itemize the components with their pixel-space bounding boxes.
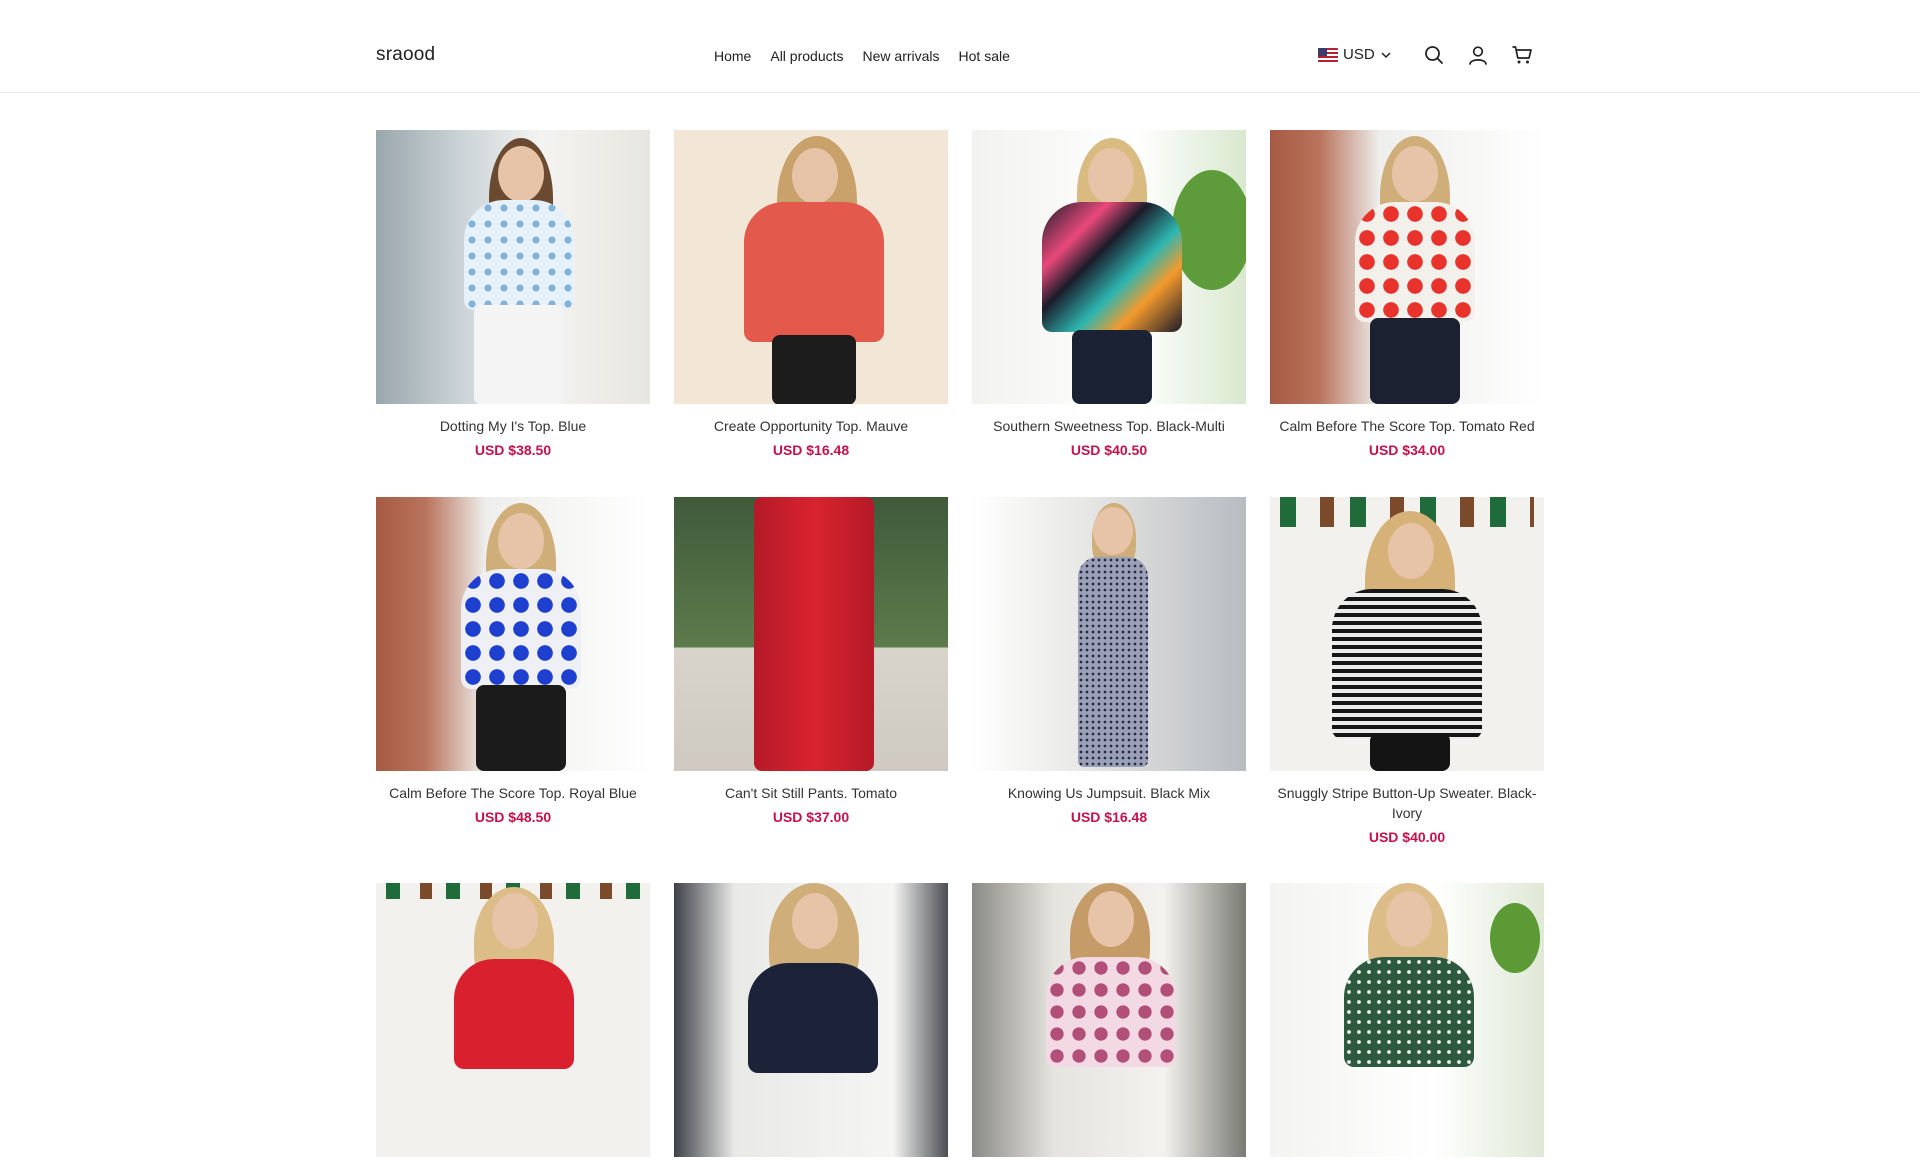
product-name[interactable]: Southern Sweetness Top. Black-Multi [972,416,1246,436]
nav-hot-sale[interactable]: Hot sale [959,47,1010,65]
product-price: USD $37.00 [772,809,850,825]
user-icon[interactable] [1467,44,1489,66]
product-card[interactable] [972,883,1246,1169]
product-name[interactable]: Knowing Us Jumpsuit. Black Mix [972,783,1246,803]
search-icon[interactable] [1423,44,1445,66]
product-card[interactable]: Calm Before The Score Top. Tomato Red US… [1270,130,1544,458]
product-price: USD $40.50 [1070,442,1148,458]
product-price: USD $34.00 [1368,442,1446,458]
product-image[interactable] [674,883,948,1157]
product-image[interactable] [972,497,1246,771]
product-name[interactable]: Calm Before The Score Top. Tomato Red [1270,416,1544,436]
us-flag-icon [1318,47,1338,62]
product-name[interactable]: Calm Before The Score Top. Royal Blue [376,783,650,803]
product-image[interactable] [376,130,650,404]
chevron-down-icon [1381,51,1391,58]
product-card[interactable]: Southern Sweetness Top. Black-Multi USD … [972,130,1246,458]
nav-home[interactable]: Home [714,47,751,65]
site-header: sraood Home All products New arrivals Ho… [0,0,1920,93]
product-card[interactable]: Knowing Us Jumpsuit. Black Mix USD $16.4… [972,497,1246,825]
product-card[interactable]: Can't Sit Still Pants. Tomato USD $37.00 [674,497,948,825]
product-image[interactable] [674,130,948,404]
cart-icon[interactable] [1511,44,1533,66]
product-price: USD $40.00 [1368,829,1446,845]
product-card[interactable] [1270,883,1544,1169]
product-price: USD $38.50 [474,442,552,458]
product-image[interactable] [1270,130,1544,404]
product-image[interactable] [1270,883,1544,1157]
product-price: USD $16.48 [772,442,850,458]
product-card[interactable]: Snuggly Stripe Button-Up Sweater. Black-… [1270,497,1544,845]
product-image[interactable] [376,883,650,1157]
product-card[interactable]: Create Opportunity Top. Mauve USD $16.48 [674,130,948,458]
product-name[interactable]: Dotting My I's Top. Blue [376,416,650,436]
product-name[interactable]: Create Opportunity Top. Mauve [674,416,948,436]
nav-all-products[interactable]: All products [770,47,843,65]
product-image[interactable] [1270,497,1544,771]
product-card[interactable] [376,883,650,1169]
product-name[interactable]: Snuggly Stripe Button-Up Sweater. Black-… [1270,783,1544,823]
product-image[interactable] [972,130,1246,404]
product-price: USD $16.48 [1070,809,1148,825]
product-image[interactable] [674,497,948,771]
product-image[interactable] [972,883,1246,1157]
product-card[interactable]: Dotting My I's Top. Blue USD $38.50 [376,130,650,458]
product-card[interactable]: Calm Before The Score Top. Royal Blue US… [376,497,650,825]
site-logo[interactable]: sraood [376,44,435,66]
nav-new-arrivals[interactable]: New arrivals [863,47,940,65]
currency-label: USD [1343,46,1375,63]
product-image[interactable] [376,497,650,771]
product-card[interactable] [674,883,948,1169]
main-nav: Home All products New arrivals Hot sale [714,47,1029,65]
product-price: USD $48.50 [474,809,552,825]
product-name[interactable]: Can't Sit Still Pants. Tomato [674,783,948,803]
currency-selector[interactable]: USD [1318,46,1392,63]
